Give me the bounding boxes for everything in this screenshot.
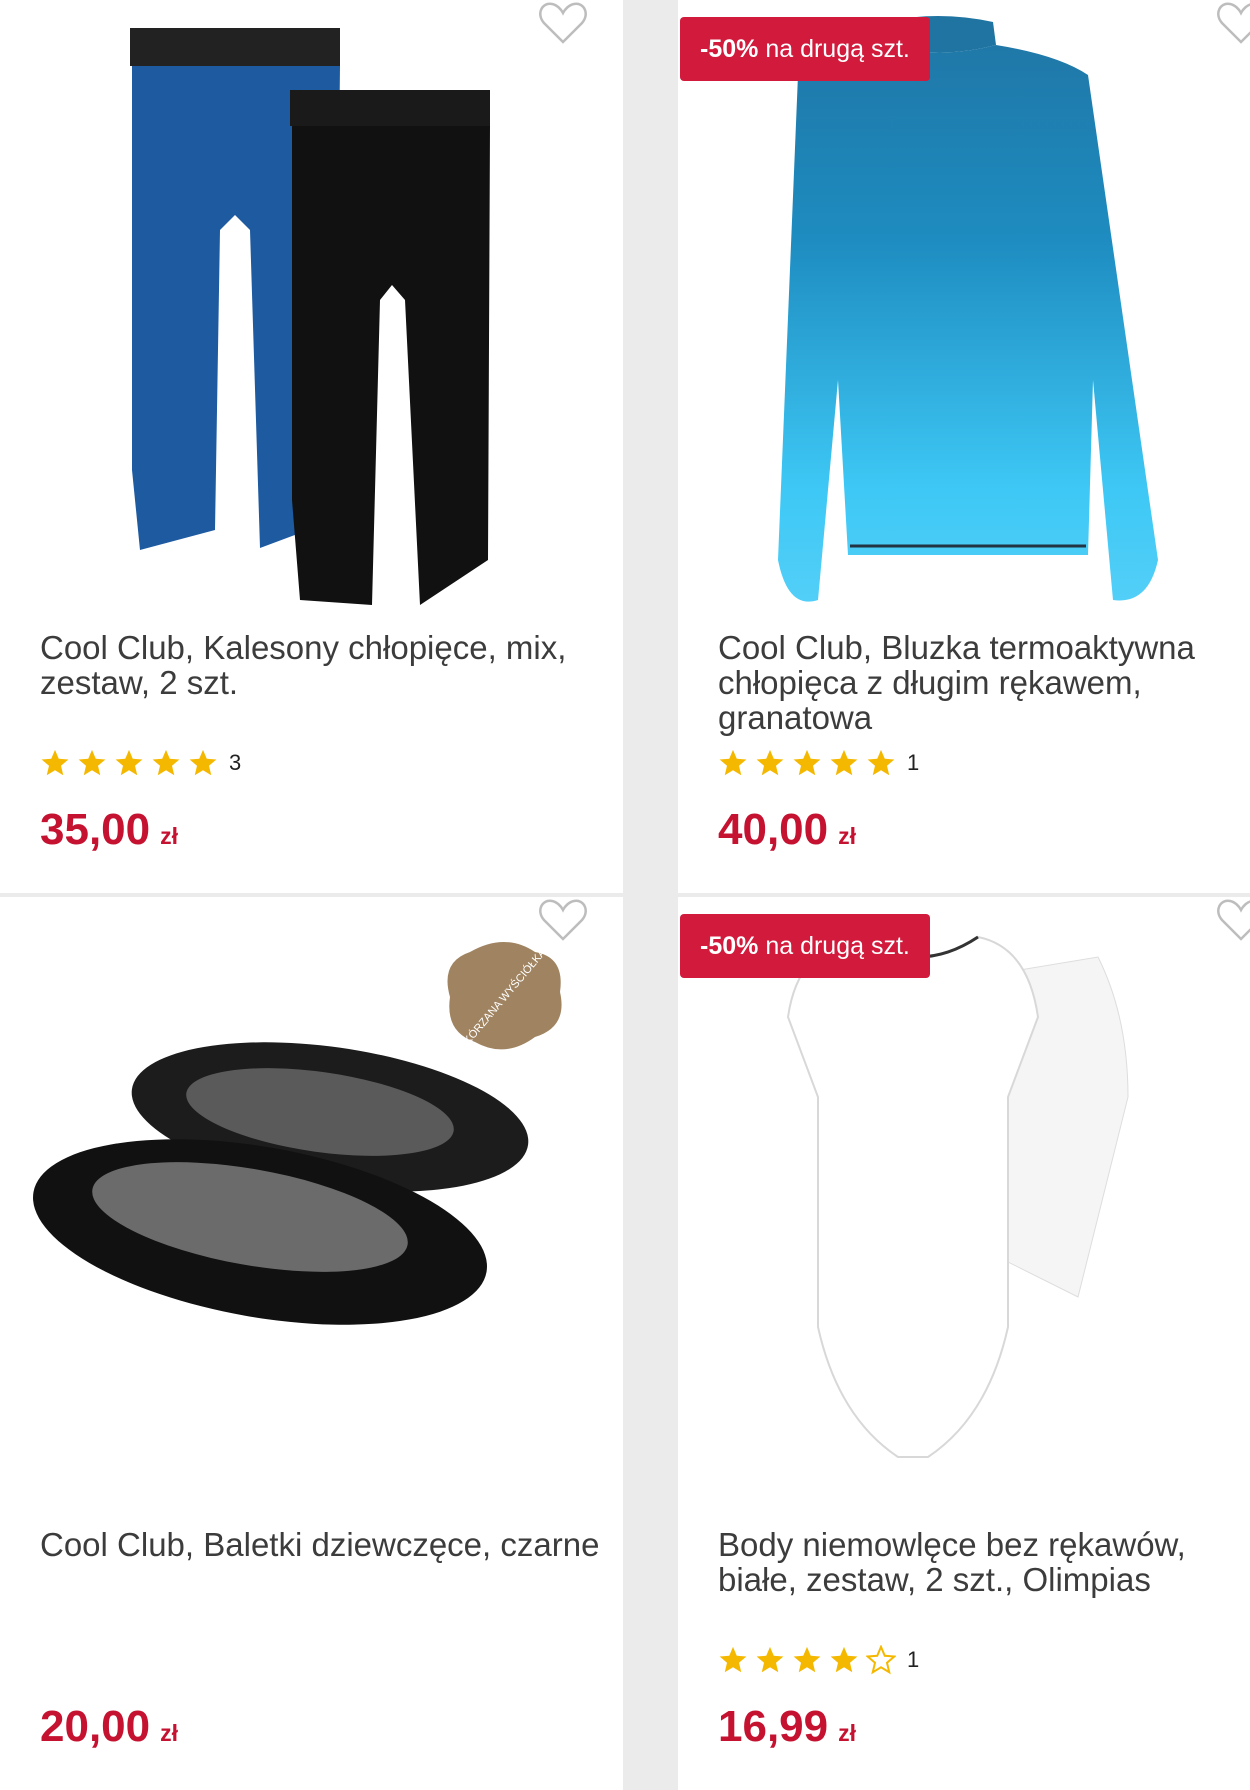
star-icon (830, 749, 858, 776)
price-value: 20,00 (40, 1702, 151, 1751)
product-card-kalesony[interactable]: Cool Club, Kalesony chłopięce, mix, zest… (0, 0, 623, 893)
product-image[interactable]: -50% na drugą szt. (678, 897, 1250, 1517)
star-icon (867, 749, 895, 776)
promo-badge: -50% na drugą szt. (680, 914, 930, 978)
star-icon (189, 749, 217, 776)
star-icon (756, 1646, 784, 1673)
rating-count: 1 (907, 1647, 920, 1672)
price-value: 40,00 (718, 805, 829, 854)
star-icon (719, 749, 747, 776)
price-currency: zł (160, 823, 178, 849)
product-title[interactable]: Body niemowlęce bez rękawów, białe, zest… (718, 1527, 1218, 1597)
promo-discount: -50% (700, 932, 759, 960)
promo-text: na drugą szt. (765, 35, 910, 63)
price-currency: zł (838, 1720, 856, 1746)
product-card-baletki[interactable]: SKÓRZANA WYŚCIÓŁKA Cool Club, Baletki dz… (0, 897, 623, 1790)
star-icon (793, 1646, 821, 1673)
product-card-body[interactable]: -50% na drugą szt. Body niemowlęce bez r… (678, 897, 1250, 1790)
product-title[interactable]: Cool Club, Bluzka termoaktywna chłopięca… (718, 630, 1218, 735)
heart-outline-icon[interactable] (1216, 897, 1250, 943)
star-icon (41, 749, 69, 776)
promo-discount: -50% (700, 35, 759, 63)
product-title[interactable]: Cool Club, Kalesony chłopięce, mix, zest… (40, 630, 600, 700)
promo-text: na drugą szt. (765, 932, 910, 960)
product-image[interactable]: SKÓRZANA WYŚCIÓŁKA (0, 897, 623, 1517)
star-icon (719, 1646, 747, 1673)
product-title[interactable]: Cool Club, Baletki dziewczęce, czarne (40, 1527, 600, 1562)
price-value: 35,00 (40, 805, 151, 854)
product-image[interactable]: -50% na drugą szt. (678, 0, 1250, 620)
rating-count: 1 (907, 750, 920, 775)
leather-badge-icon: SKÓRZANA WYŚCIÓŁKA (447, 942, 562, 1053)
star-icon (793, 749, 821, 776)
product-rating: 1 (718, 746, 919, 780)
product-rating: 1 (718, 1643, 919, 1677)
price-currency: zł (160, 1720, 178, 1746)
star-icon (830, 1646, 858, 1673)
product-rating: 3 (40, 746, 241, 780)
promo-badge: -50% na drugą szt. (680, 17, 930, 81)
baby-body-image (786, 935, 1129, 1458)
product-image[interactable] (0, 0, 623, 620)
shirt-image (778, 16, 1158, 602)
star-icon (152, 749, 180, 776)
product-price: 35,00 zł (40, 800, 178, 866)
heart-outline-icon[interactable] (538, 897, 588, 943)
product-card-bluzka[interactable]: -50% na drugą szt. Cool Club, Bluzka ter… (678, 0, 1250, 893)
price-currency: zł (838, 823, 856, 849)
price-value: 16,99 (718, 1702, 829, 1751)
leggings-image (130, 28, 490, 605)
heart-outline-icon[interactable] (1216, 0, 1250, 46)
rating-count: 3 (229, 750, 242, 775)
star-empty-icon (866, 1645, 896, 1675)
star-icon (756, 749, 784, 776)
star-icon (115, 749, 143, 776)
product-price: 20,00 zł (40, 1697, 178, 1763)
product-price: 16,99 zł (718, 1697, 856, 1763)
product-price: 40,00 zł (718, 800, 856, 866)
star-icon (78, 749, 106, 776)
heart-outline-icon[interactable] (538, 0, 588, 46)
